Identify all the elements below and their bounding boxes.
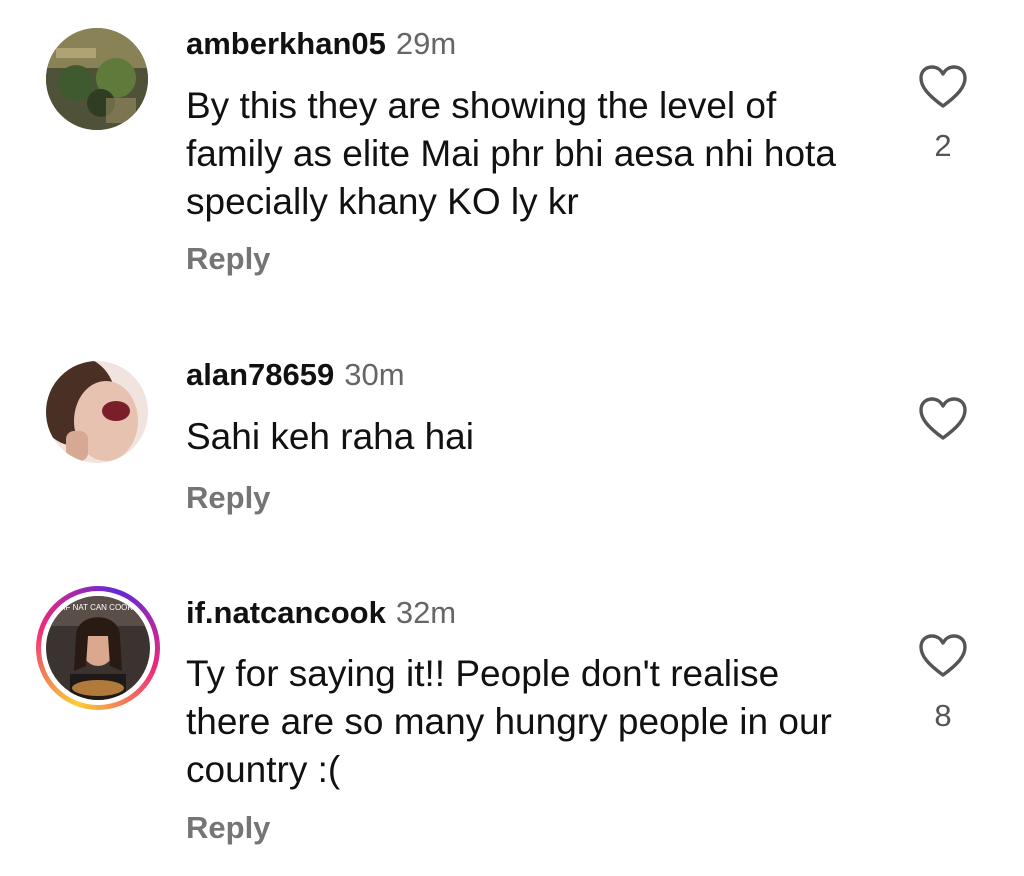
timestamp: 32m: [395, 595, 457, 630]
story-ring[interactable]: IF NAT CAN COOK: [36, 586, 160, 710]
reply-button[interactable]: Reply: [186, 480, 270, 516]
avatar-image: IF NAT CAN COOK: [46, 596, 150, 700]
reply-button[interactable]: Reply: [186, 241, 270, 277]
comment-text: Sahi keh raha hai: [186, 416, 474, 457]
comment-text: By this they are showing the level of fa…: [186, 85, 836, 222]
heart-outline-icon[interactable]: [918, 396, 968, 442]
comment-header: alan78659 30m: [186, 357, 405, 393]
username-link[interactable]: amberkhan05: [186, 26, 386, 61]
comment-header: if.natcancook 32m: [186, 595, 456, 631]
avatar: IF NAT CAN COOK: [46, 596, 150, 700]
avatar-image: [46, 361, 148, 463]
like-count: 8: [934, 698, 952, 733]
username-link[interactable]: alan78659: [186, 357, 334, 392]
avatar-caption: IF NAT CAN COOK: [63, 603, 133, 612]
timestamp: 29m: [395, 26, 457, 61]
avatar-image: [46, 28, 148, 130]
like-count: 2: [934, 128, 952, 163]
username-link[interactable]: if.natcancook: [186, 595, 386, 630]
comment-text: Ty for saying it!! People don't realise …: [186, 653, 832, 790]
comment-header: amberkhan05 29m: [186, 26, 456, 62]
avatar[interactable]: [46, 361, 148, 463]
heart-outline-icon[interactable]: [918, 64, 968, 110]
avatar[interactable]: [46, 28, 148, 130]
heart-outline-icon[interactable]: [918, 633, 968, 679]
timestamp: 30m: [344, 357, 405, 392]
reply-button[interactable]: Reply: [186, 810, 270, 846]
